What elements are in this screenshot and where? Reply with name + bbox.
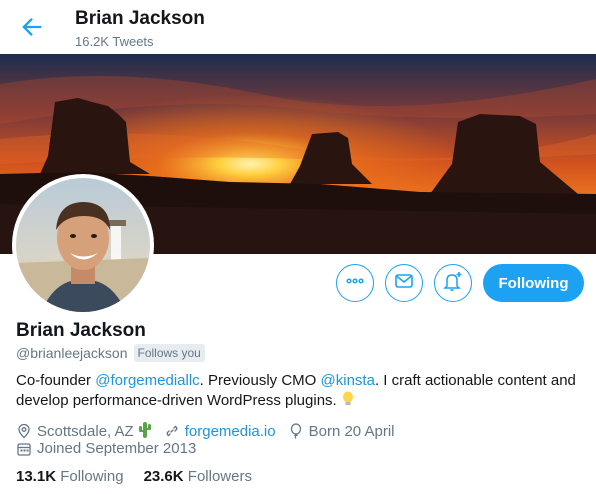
- following-count: 13.1K: [16, 468, 57, 485]
- profile-handle: @brianleejackson: [16, 345, 128, 361]
- following-stat[interactable]: 13.1K Following: [16, 468, 124, 485]
- website-item: forgemedia.io: [164, 423, 276, 440]
- header-name: Brian Jackson: [75, 8, 205, 29]
- avatar[interactable]: [12, 174, 154, 316]
- top-bar: Brian Jackson 16.2K Tweets: [0, 0, 596, 54]
- balloon-icon: [288, 423, 304, 439]
- cactus-emoji-icon: [138, 420, 152, 442]
- bio-text: Co-founder: [16, 372, 96, 389]
- follows-you-badge: Follows you: [133, 344, 205, 362]
- profile-bio: Co-founder @forgemediallc. Previously CM…: [16, 371, 586, 411]
- more-icon: [345, 271, 365, 296]
- followers-stat[interactable]: 23.6K Followers: [144, 468, 252, 485]
- location-item: Scottsdale, AZ: [16, 420, 152, 442]
- follow-stats: 13.1K Following 23.6K Followers: [16, 468, 252, 485]
- header-tweet-count: 16.2K Tweets: [75, 34, 154, 49]
- following-button[interactable]: Following: [483, 264, 584, 302]
- location-pin-icon: [16, 423, 32, 439]
- bio-text: . Previously CMO: [199, 372, 321, 389]
- website-link[interactable]: forgemedia.io: [185, 423, 276, 440]
- joined-text: Joined September 2013: [37, 440, 197, 457]
- link-icon: [164, 423, 180, 439]
- message-button[interactable]: [385, 264, 423, 302]
- lightbulb-emoji-icon: [341, 391, 355, 409]
- profile-meta-row-2: Joined September 2013: [16, 440, 208, 457]
- profile-meta-row: Scottsdale, AZ forgemedia.io Born 20 Apr…: [16, 420, 407, 442]
- followers-count: 23.6K: [143, 468, 184, 485]
- mention-forgemediallc[interactable]: @forgemediallc: [95, 372, 199, 389]
- birthday-item: Born 20 April: [288, 423, 395, 440]
- calendar-icon: [16, 441, 32, 457]
- joined-item: Joined September 2013: [16, 440, 196, 457]
- birthday-text: Born 20 April: [308, 422, 395, 440]
- followers-label: Followers: [187, 468, 252, 485]
- back-arrow-icon[interactable]: [18, 13, 46, 41]
- more-options-button[interactable]: [336, 264, 374, 302]
- notifications-button[interactable]: [434, 264, 472, 302]
- profile-name: Brian Jackson: [16, 320, 146, 341]
- envelope-icon: [394, 271, 414, 296]
- bell-plus-icon: [442, 270, 464, 297]
- following-label: Following: [60, 468, 124, 485]
- handle-row: @brianleejackson Follows you: [16, 344, 205, 362]
- mention-kinsta[interactable]: @kinsta: [321, 372, 375, 389]
- location-text: Scottsdale, AZ: [37, 422, 134, 440]
